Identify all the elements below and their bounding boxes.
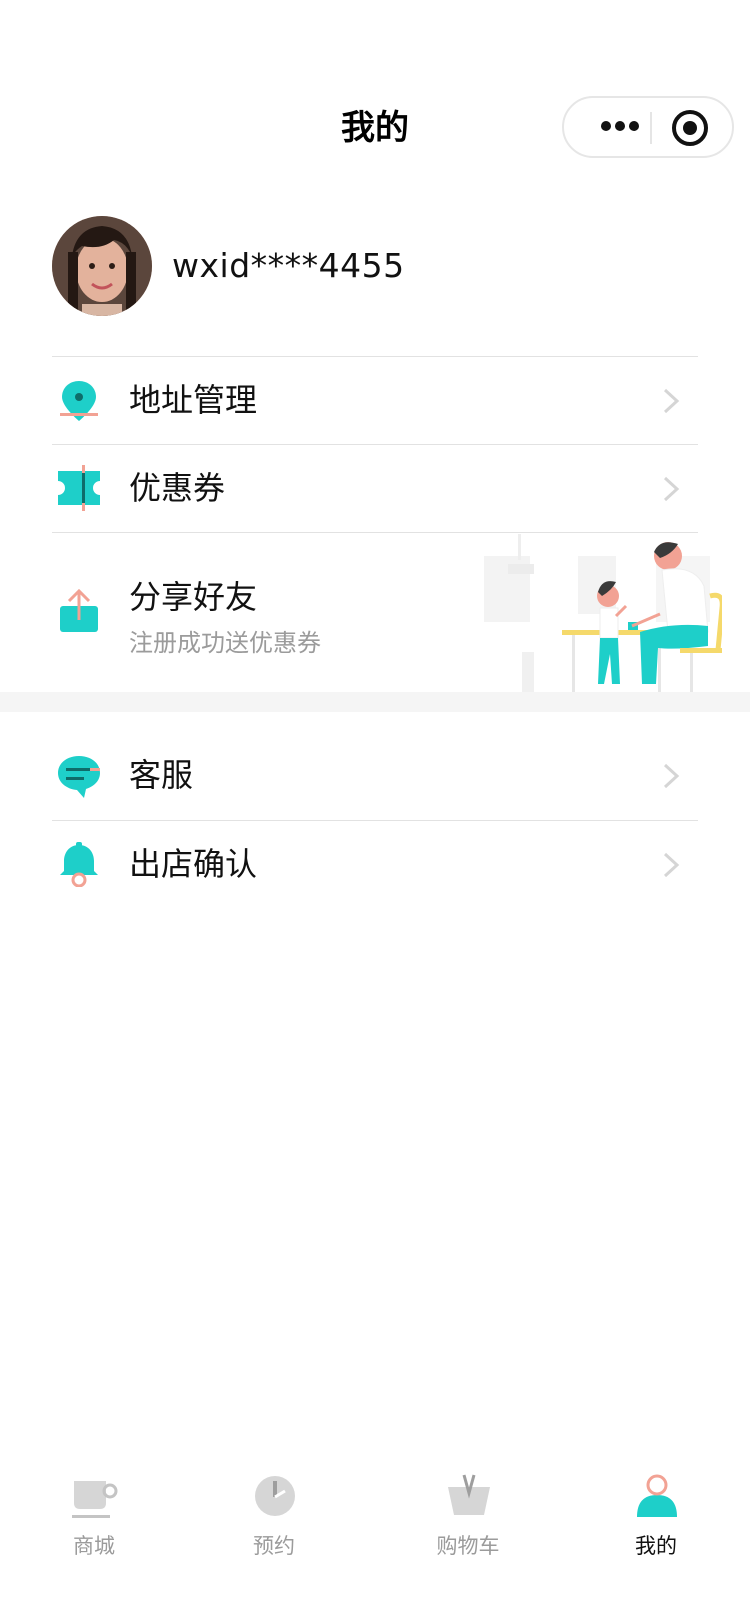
tab-bar: 商城 预约 购物车 我的 [0, 1455, 750, 1624]
customer-service-row[interactable]: 客服 [52, 732, 698, 820]
checkout-confirm-row[interactable]: 出店确认 [52, 821, 698, 909]
coupon-ticket-icon [58, 465, 100, 511]
chevron-right-icon [663, 763, 680, 789]
address-management-row[interactable]: 地址管理 [52, 357, 698, 445]
share-illustration [484, 534, 722, 692]
tab-mine[interactable]: 我的 [562, 1455, 750, 1575]
chevron-right-icon [663, 476, 680, 502]
customer-service-label: 客服 [129, 756, 194, 794]
username: wxid****4455 [172, 246, 405, 285]
tab-cart[interactable]: 购物车 [374, 1455, 562, 1575]
checkout-confirm-label: 出店确认 [129, 845, 258, 883]
profile-section[interactable]: wxid****4455 [52, 216, 702, 316]
tab-label: 商城 [73, 1534, 115, 1558]
tab-reserve[interactable]: 预约 [180, 1455, 368, 1575]
coupon-row[interactable]: 优惠券 [52, 445, 698, 533]
chevron-right-icon [663, 388, 680, 414]
address-label: 地址管理 [129, 381, 258, 419]
target-circle-icon[interactable] [670, 108, 710, 148]
divider [52, 532, 698, 533]
coupon-label: 优惠券 [129, 469, 226, 507]
section-separator [0, 692, 750, 712]
avatar-photo [52, 216, 152, 316]
user-icon [637, 1474, 677, 1517]
chat-bubble-icon [58, 756, 100, 798]
clock-icon [255, 1476, 295, 1516]
share-friends-row[interactable]: 分享好友 注册成功送优惠券 [52, 534, 722, 692]
coffee-cup-icon [72, 1481, 118, 1518]
share-title: 分享好友 [129, 578, 258, 616]
more-dots-icon[interactable] [590, 98, 650, 156]
chevron-right-icon [663, 852, 680, 878]
bell-icon [60, 842, 98, 887]
share-subtitle: 注册成功送优惠券 [129, 629, 321, 657]
tab-mall[interactable]: 商城 [0, 1455, 188, 1575]
location-pin-icon [60, 381, 98, 421]
basket-icon [448, 1474, 490, 1515]
share-upload-icon [60, 588, 98, 632]
tab-label: 预约 [253, 1534, 295, 1558]
tab-label: 购物车 [436, 1534, 500, 1558]
tab-label: 我的 [635, 1534, 677, 1558]
mini-program-capsule [562, 96, 734, 158]
avatar[interactable] [52, 216, 152, 316]
capsule-divider [650, 112, 652, 144]
